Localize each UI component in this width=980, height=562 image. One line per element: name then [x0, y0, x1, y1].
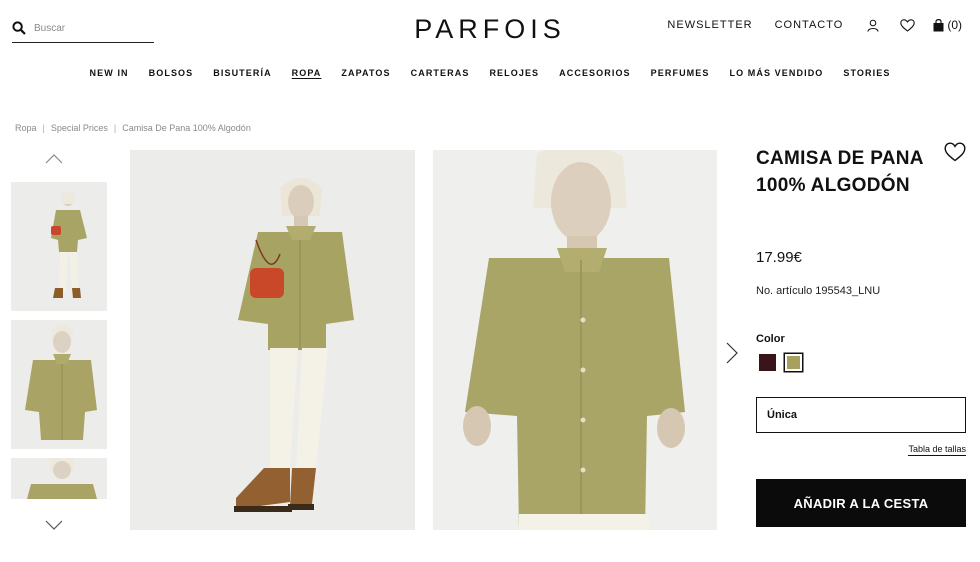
chevron-right-icon[interactable] [725, 341, 739, 365]
breadcrumb-separator: | [113, 123, 117, 133]
color-swatch-olive-selected[interactable] [784, 353, 803, 372]
bag-icon [933, 18, 944, 31]
cart-count: (0) [947, 18, 962, 32]
nav-item-new-in[interactable]: NEW IN [90, 68, 129, 78]
color-swatch-burgundy[interactable] [759, 354, 776, 371]
breadcrumb-separator: | [42, 123, 45, 133]
top-links: NEWSLETTER CONTACTO (0) [667, 17, 962, 33]
user-icon[interactable] [865, 17, 881, 33]
heart-icon[interactable] [899, 17, 915, 33]
nav-item-ropa[interactable]: ROPA [292, 68, 322, 78]
main-nav: NEW IN BOLSOS BISUTERÍA ROPA ZAPATOS CARTERAS… [0, 68, 980, 78]
size-table-link[interactable]: Tabla de tallas [908, 444, 966, 456]
logo-text: PARFOIS [414, 14, 566, 44]
nav-item-bisuteria[interactable]: BISUTERÍA [213, 68, 271, 78]
newsletter-link[interactable]: NEWSLETTER [667, 19, 752, 31]
breadcrumb-item-current: Camisa De Pana 100% Algodón [122, 123, 251, 133]
product-image-full-body[interactable] [130, 150, 415, 530]
nav-item-relojes[interactable]: RELOJES [489, 68, 539, 78]
breadcrumb: Ropa | Special Prices | Camisa De Pana 1… [15, 123, 251, 133]
product-price: 17.99€ [756, 249, 802, 266]
product-title: CAMISA DE PANA 100% ALGODÓN [756, 148, 924, 196]
nav-item-lo-mas-vendido[interactable]: LO MÁS VENDIDO [729, 68, 823, 78]
nav-item-accesorios[interactable]: ACCESORIOS [559, 68, 631, 78]
nav-item-stories[interactable]: STORIES [843, 68, 890, 78]
nav-item-bolsos[interactable]: BOLSOS [149, 68, 194, 78]
nav-item-perfumes[interactable]: PERFUMES [651, 68, 710, 78]
thumbnail-2[interactable] [11, 320, 107, 449]
heart-icon[interactable] [944, 142, 966, 162]
breadcrumb-item-special-prices[interactable]: Special Prices [51, 123, 108, 133]
color-label: Color [756, 333, 785, 345]
size-selector[interactable]: Única [756, 397, 966, 433]
article-number: No. artículo 195543_LNU [756, 285, 881, 297]
product-image-close-up[interactable] [433, 150, 717, 530]
chevron-down-icon[interactable] [45, 520, 63, 530]
nav-item-carteras[interactable]: CARTERAS [411, 68, 470, 78]
contact-link[interactable]: CONTACTO [775, 19, 844, 31]
cart-button[interactable]: (0) [933, 18, 962, 32]
breadcrumb-item-ropa[interactable]: Ropa [15, 123, 37, 133]
chevron-up-icon[interactable] [45, 154, 63, 164]
thumbnail-3[interactable] [11, 458, 107, 499]
add-to-cart-button[interactable]: AÑADIR A LA CESTA [756, 479, 966, 527]
nav-item-zapatos[interactable]: ZAPATOS [341, 68, 390, 78]
thumbnail-1[interactable] [11, 182, 107, 311]
